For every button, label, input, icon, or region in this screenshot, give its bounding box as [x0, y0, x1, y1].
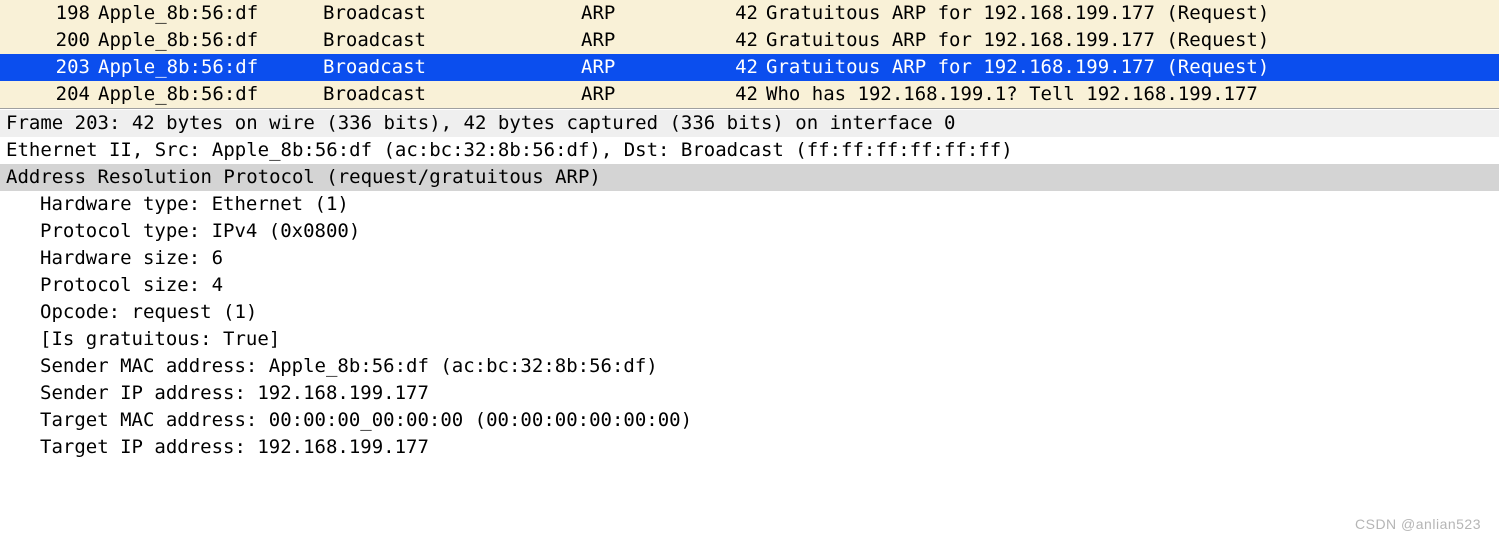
detail-frame[interactable]: Frame 203: 42 bytes on wire (336 bits), … — [0, 110, 1499, 137]
col-length: 42 — [723, 0, 758, 27]
col-destination: Broadcast — [323, 54, 581, 81]
col-protocol: ARP — [581, 0, 723, 27]
col-source: Apple_8b:56:df — [98, 0, 323, 27]
detail-arp-header[interactable]: Address Resolution Protocol (request/gra… — [0, 164, 1499, 191]
col-no: 198 — [0, 0, 98, 27]
col-length: 42 — [723, 54, 758, 81]
col-info: Gratuitous ARP for 192.168.199.177 (Requ… — [758, 0, 1499, 27]
detail-gratuitous[interactable]: [Is gratuitous: True] — [0, 326, 1499, 353]
packet-list[interactable]: 198 Apple_8b:56:df Broadcast ARP 42 Grat… — [0, 0, 1499, 108]
col-length: 42 — [723, 27, 758, 54]
col-source: Apple_8b:56:df — [98, 54, 323, 81]
detail-ethernet[interactable]: Ethernet II, Src: Apple_8b:56:df (ac:bc:… — [0, 137, 1499, 164]
col-no: 200 — [0, 27, 98, 54]
col-protocol: ARP — [581, 27, 723, 54]
packet-row[interactable]: 198 Apple_8b:56:df Broadcast ARP 42 Grat… — [0, 0, 1499, 27]
col-protocol: ARP — [581, 54, 723, 81]
detail-target-ip[interactable]: Target IP address: 192.168.199.177 — [0, 434, 1499, 461]
col-destination: Broadcast — [323, 0, 581, 27]
detail-sender-ip[interactable]: Sender IP address: 192.168.199.177 — [0, 380, 1499, 407]
packet-row[interactable]: 204 Apple_8b:56:df Broadcast ARP 42 Who … — [0, 81, 1499, 108]
col-destination: Broadcast — [323, 81, 581, 108]
col-info: Who has 192.168.199.1? Tell 192.168.199.… — [758, 81, 1499, 108]
detail-protocol-type[interactable]: Protocol type: IPv4 (0x0800) — [0, 218, 1499, 245]
col-length: 42 — [723, 81, 758, 108]
packet-row[interactable]: 200 Apple_8b:56:df Broadcast ARP 42 Grat… — [0, 27, 1499, 54]
col-destination: Broadcast — [323, 27, 581, 54]
col-source: Apple_8b:56:df — [98, 27, 323, 54]
detail-sender-mac[interactable]: Sender MAC address: Apple_8b:56:df (ac:b… — [0, 353, 1499, 380]
col-info: Gratuitous ARP for 192.168.199.177 (Requ… — [758, 27, 1499, 54]
detail-target-mac[interactable]: Target MAC address: 00:00:00_00:00:00 (0… — [0, 407, 1499, 434]
detail-hardware-size[interactable]: Hardware size: 6 — [0, 245, 1499, 272]
watermark-text: CSDN @anlian523 — [1355, 516, 1481, 532]
detail-hardware-type[interactable]: Hardware type: Ethernet (1) — [0, 191, 1499, 218]
col-no: 203 — [0, 54, 98, 81]
col-info: Gratuitous ARP for 192.168.199.177 (Requ… — [758, 54, 1499, 81]
col-no: 204 — [0, 81, 98, 108]
col-source: Apple_8b:56:df — [98, 81, 323, 108]
packet-row-selected[interactable]: 203 Apple_8b:56:df Broadcast ARP 42 Grat… — [0, 54, 1499, 81]
detail-protocol-size[interactable]: Protocol size: 4 — [0, 272, 1499, 299]
col-protocol: ARP — [581, 81, 723, 108]
packet-details-pane[interactable]: Frame 203: 42 bytes on wire (336 bits), … — [0, 108, 1499, 461]
detail-opcode[interactable]: Opcode: request (1) — [0, 299, 1499, 326]
